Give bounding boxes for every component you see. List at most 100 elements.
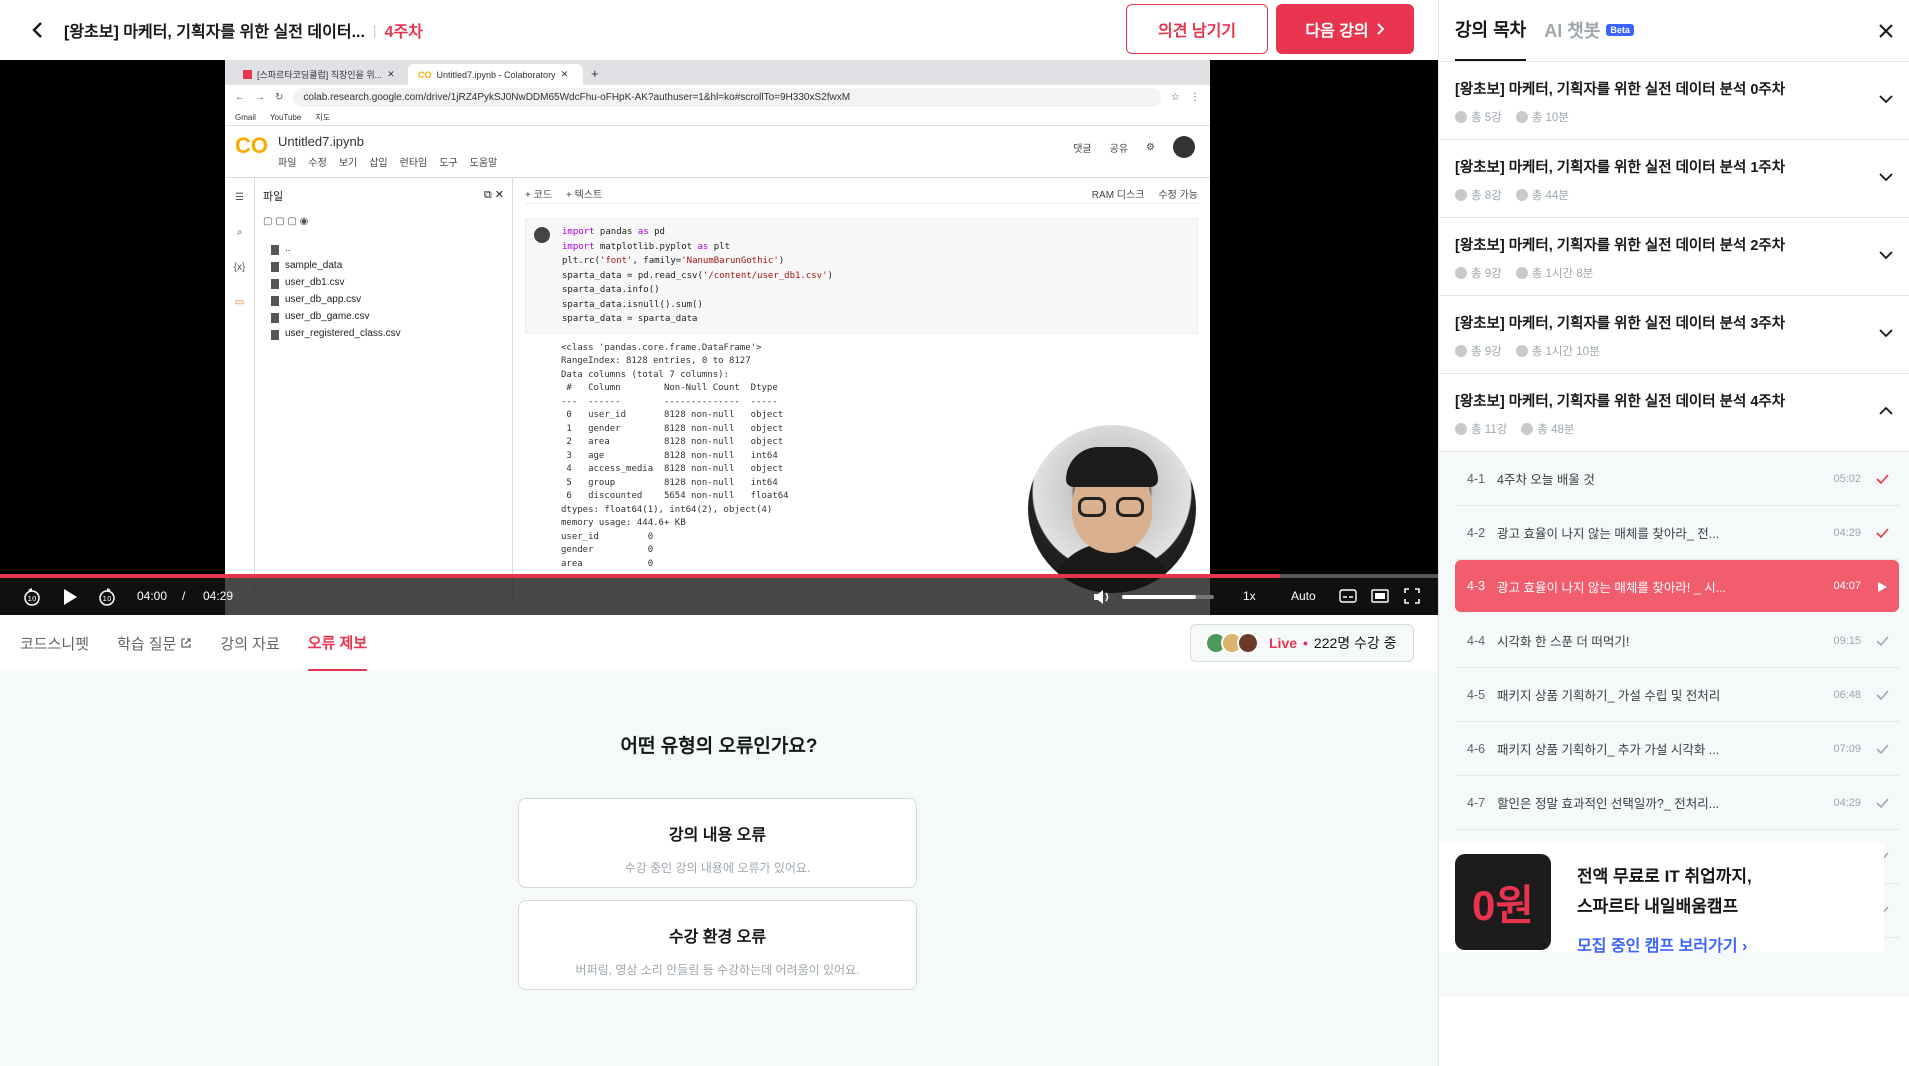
- lesson-title: 할인은 정말 효과적인 선택일까?_ 전처리...: [1497, 797, 1720, 811]
- lesson-duration: 04:29: [1833, 526, 1861, 539]
- tab-materials[interactable]: 강의 자료: [220, 615, 279, 671]
- colab-left-rail: ☰ ⌕ {x} ▭: [225, 178, 255, 598]
- file-browser: 파일 ⧉ ✕ ▢ ▢ ▢ ◉ .. sample_data user_db1.cs…: [255, 178, 513, 598]
- chevron-right-icon: ›: [1742, 938, 1748, 955]
- clock-icon: [1515, 111, 1528, 123]
- browser-tab-strip: [스파르타코딩클럽] 직장인을 위... ✕ CO Untitled7.ipynb …: [225, 60, 1210, 85]
- external-link-icon: [181, 638, 192, 648]
- svg-text:10: 10: [103, 595, 112, 603]
- lesson-title: 광고 효율이 나지 않는 매체를 찾아라_ 전...: [1497, 527, 1720, 541]
- play-circle-icon: [1455, 345, 1467, 357]
- avatar: [1237, 632, 1259, 654]
- error-report-panel: 어떤 유형의 오류인가요? 강의 내용 오류 수강 중인 강의 내용에 오류가 …: [0, 671, 1438, 1066]
- check-icon: [1876, 690, 1889, 701]
- fullscreen-icon[interactable]: [1403, 588, 1421, 604]
- colab-header: CO Untitled7.ipynb 파일 수정 보기 삽입 런타임 도구 도움말 댓글 공유…: [225, 126, 1210, 178]
- week-title: [왕초보] 마케터, 기획자를 위한 실전 데이터 분석 4주차: [1455, 394, 1786, 410]
- week-section[interactable]: [왕초보] 마케터, 기획자를 위한 실전 데이터 분석 4주차 총 11강 총 4…: [1439, 374, 1909, 452]
- week-title: [왕초보] 마케터, 기획자를 위한 실전 데이터 분석 0주차: [1455, 82, 1786, 98]
- clock-icon: [1515, 267, 1528, 279]
- current-time: 04:00: [137, 589, 168, 603]
- check-icon: [1876, 528, 1889, 539]
- total-time: 총 10분: [1515, 109, 1569, 125]
- video-controls: 10 10 04:00 / 04:29 1x Auto: [0, 578, 1438, 615]
- lesson-number: 4-5: [1467, 687, 1486, 702]
- promo-banner[interactable]: 0원 전액 무료로 IT 취업까지, 스파르타 내일배움캠프 모집 중인 캠프 …: [1439, 842, 1884, 955]
- tab-code-snippet[interactable]: 코드스니펫: [20, 615, 89, 671]
- promo-link[interactable]: 모집 중인 캠프 보러가기 ›: [1577, 932, 1752, 956]
- lesson-duration: 09:15: [1833, 634, 1861, 647]
- back-arrow-icon[interactable]: [24, 16, 52, 44]
- lesson-item[interactable]: 4-5 패키지 상품 기획하기_ 가설 수립 및 전처리 06:48: [1455, 668, 1899, 722]
- week-section[interactable]: [왕초보] 마케터, 기획자를 위한 실전 데이터 분석 1주차 총 8강 총 44…: [1439, 140, 1909, 218]
- code-cell: import pandas as pd import matplotlib.py…: [525, 218, 1198, 334]
- option-environment-error[interactable]: 수강 환경 오류 버퍼링, 영상 소리 안들림 등 수강하는데 어려움이 있어요…: [518, 900, 917, 990]
- rewind-10-icon[interactable]: 10: [22, 587, 42, 607]
- clock-icon: [1515, 345, 1528, 357]
- lesson-item[interactable]: 4-7 할인은 정말 효과적인 선택일까?_ 전처리... 04:29: [1455, 776, 1899, 830]
- total-time: 총 44분: [1515, 187, 1569, 203]
- bookmark-item: 지도: [315, 113, 331, 122]
- lesson-item-active[interactable]: 4-3 광고 효율이 나지 않는 매체를 찾아라! _ 시... 04:07: [1455, 560, 1899, 612]
- tab-questions[interactable]: 학습 질문: [117, 615, 192, 671]
- lesson-duration: 05:02: [1833, 472, 1861, 485]
- promo-line1: 전액 무료로 IT 취업까지,: [1577, 867, 1752, 886]
- promo-line2: 스파르타 내일배움캠프: [1577, 897, 1739, 916]
- play-circle-icon: [1455, 267, 1467, 279]
- time-separator: /: [182, 589, 186, 603]
- bookmark-item: YouTube: [269, 113, 302, 122]
- notebook-menu: 파일 수정 보기 삽입 런타임 도구 도움말: [278, 158, 498, 169]
- lesson-count: 총 9강: [1455, 343, 1502, 359]
- lesson-item[interactable]: 4-2 광고 효율이 나지 않는 매체를 찾아라_ 전... 04:29: [1455, 506, 1899, 560]
- feedback-button[interactable]: 의견 남기기: [1126, 4, 1268, 54]
- chevron-down-icon[interactable]: [1877, 168, 1895, 186]
- subtitles-icon[interactable]: [1339, 588, 1357, 604]
- volume-slider[interactable]: [1122, 595, 1214, 599]
- volume-icon[interactable]: [1092, 587, 1112, 607]
- tab-ai-chatbot[interactable]: AI 챗봇 Beta: [1544, 0, 1634, 61]
- tab-questions-label: 학습 질문: [117, 635, 177, 653]
- lesson-item[interactable]: 4-1 4주차 오늘 배울 것 05:02: [1455, 452, 1899, 506]
- option-title: 수강 환경 오류: [668, 929, 767, 946]
- next-lecture-button[interactable]: 다음 강의: [1276, 4, 1414, 54]
- live-viewers-badge: Live • 222명 수강 중: [1190, 624, 1414, 662]
- notebook-toolbar: + 코드 + 텍스트 RAM 디스크 수정 가능: [525, 184, 1198, 204]
- forward-10-icon[interactable]: 10: [97, 587, 117, 607]
- lesson-number: 4-1: [1467, 471, 1486, 486]
- next-lecture-label: 다음 강의: [1305, 23, 1369, 40]
- tab-error-report[interactable]: 오류 제보: [307, 615, 368, 671]
- browser-address-bar: ← → ↻ colab.research.google.com/drive/1jRZ…: [225, 85, 1210, 110]
- option-description: 버퍼링, 영상 소리 안들림 등 수강하는데 어려움이 있어요.: [575, 963, 860, 977]
- option-title: 강의 내용 오류: [668, 827, 767, 844]
- play-icon[interactable]: [60, 587, 80, 607]
- course-title: [왕초보] 마케터, 기획자를 위한 실전 데이터...: [64, 24, 365, 41]
- lesson-title: 시각화 한 스푼 더 떠먹기!: [1497, 635, 1630, 649]
- speed-button[interactable]: 1x: [1243, 589, 1256, 603]
- notebook-title: Untitled7.ipynb: [278, 134, 364, 149]
- total-time: 총 48분: [1521, 421, 1574, 437]
- theater-mode-icon[interactable]: [1371, 588, 1389, 604]
- chevron-up-icon[interactable]: [1877, 402, 1895, 420]
- chevron-down-icon[interactable]: [1877, 246, 1895, 264]
- lesson-item[interactable]: 4-4 시각화 한 스푼 더 떠먹기! 09:15: [1455, 614, 1899, 668]
- lesson-item[interactable]: 4-6 패키지 상품 기획하기_ 추가 가설 시각화 ... 07:09: [1455, 722, 1899, 776]
- week-label: 4주차: [384, 24, 423, 41]
- title-divider: |: [372, 22, 377, 38]
- quality-button[interactable]: Auto: [1291, 589, 1316, 603]
- week-section[interactable]: [왕초보] 마케터, 기획자를 위한 실전 데이터 분석 3주차 총 9강 총 1시…: [1439, 296, 1909, 374]
- tab-curriculum[interactable]: 강의 목차: [1455, 0, 1527, 61]
- lesson-number: 4-2: [1467, 525, 1486, 540]
- close-icon[interactable]: [1873, 18, 1899, 44]
- video-player[interactable]: [스파르타코딩클럽] 직장인을 위... ✕ CO Untitled7.ipynb …: [0, 60, 1438, 615]
- option-content-error[interactable]: 강의 내용 오류 수강 중인 강의 내용에 오류가 있어요.: [518, 798, 917, 888]
- lesson-number: 4-4: [1467, 633, 1486, 648]
- week-section[interactable]: [왕초보] 마케터, 기획자를 위한 실전 데이터 분석 2주차 총 9강 총 1시…: [1439, 218, 1909, 296]
- lesson-title: 광고 효율이 나지 않는 매체를 찾아라! _ 시...: [1497, 580, 1727, 595]
- chevron-down-icon[interactable]: [1877, 324, 1895, 342]
- volume-slider-fill: [1122, 595, 1196, 599]
- check-icon: [1876, 744, 1889, 755]
- chevron-down-icon[interactable]: [1877, 90, 1895, 108]
- live-count: 222명 수강 중: [1313, 635, 1397, 651]
- week-section[interactable]: [왕초보] 마케터, 기획자를 위한 실전 데이터 분석 0주차 총 5강 총 10…: [1439, 62, 1909, 140]
- colab-header-actions: 댓글 공유 ⚙: [1073, 136, 1195, 158]
